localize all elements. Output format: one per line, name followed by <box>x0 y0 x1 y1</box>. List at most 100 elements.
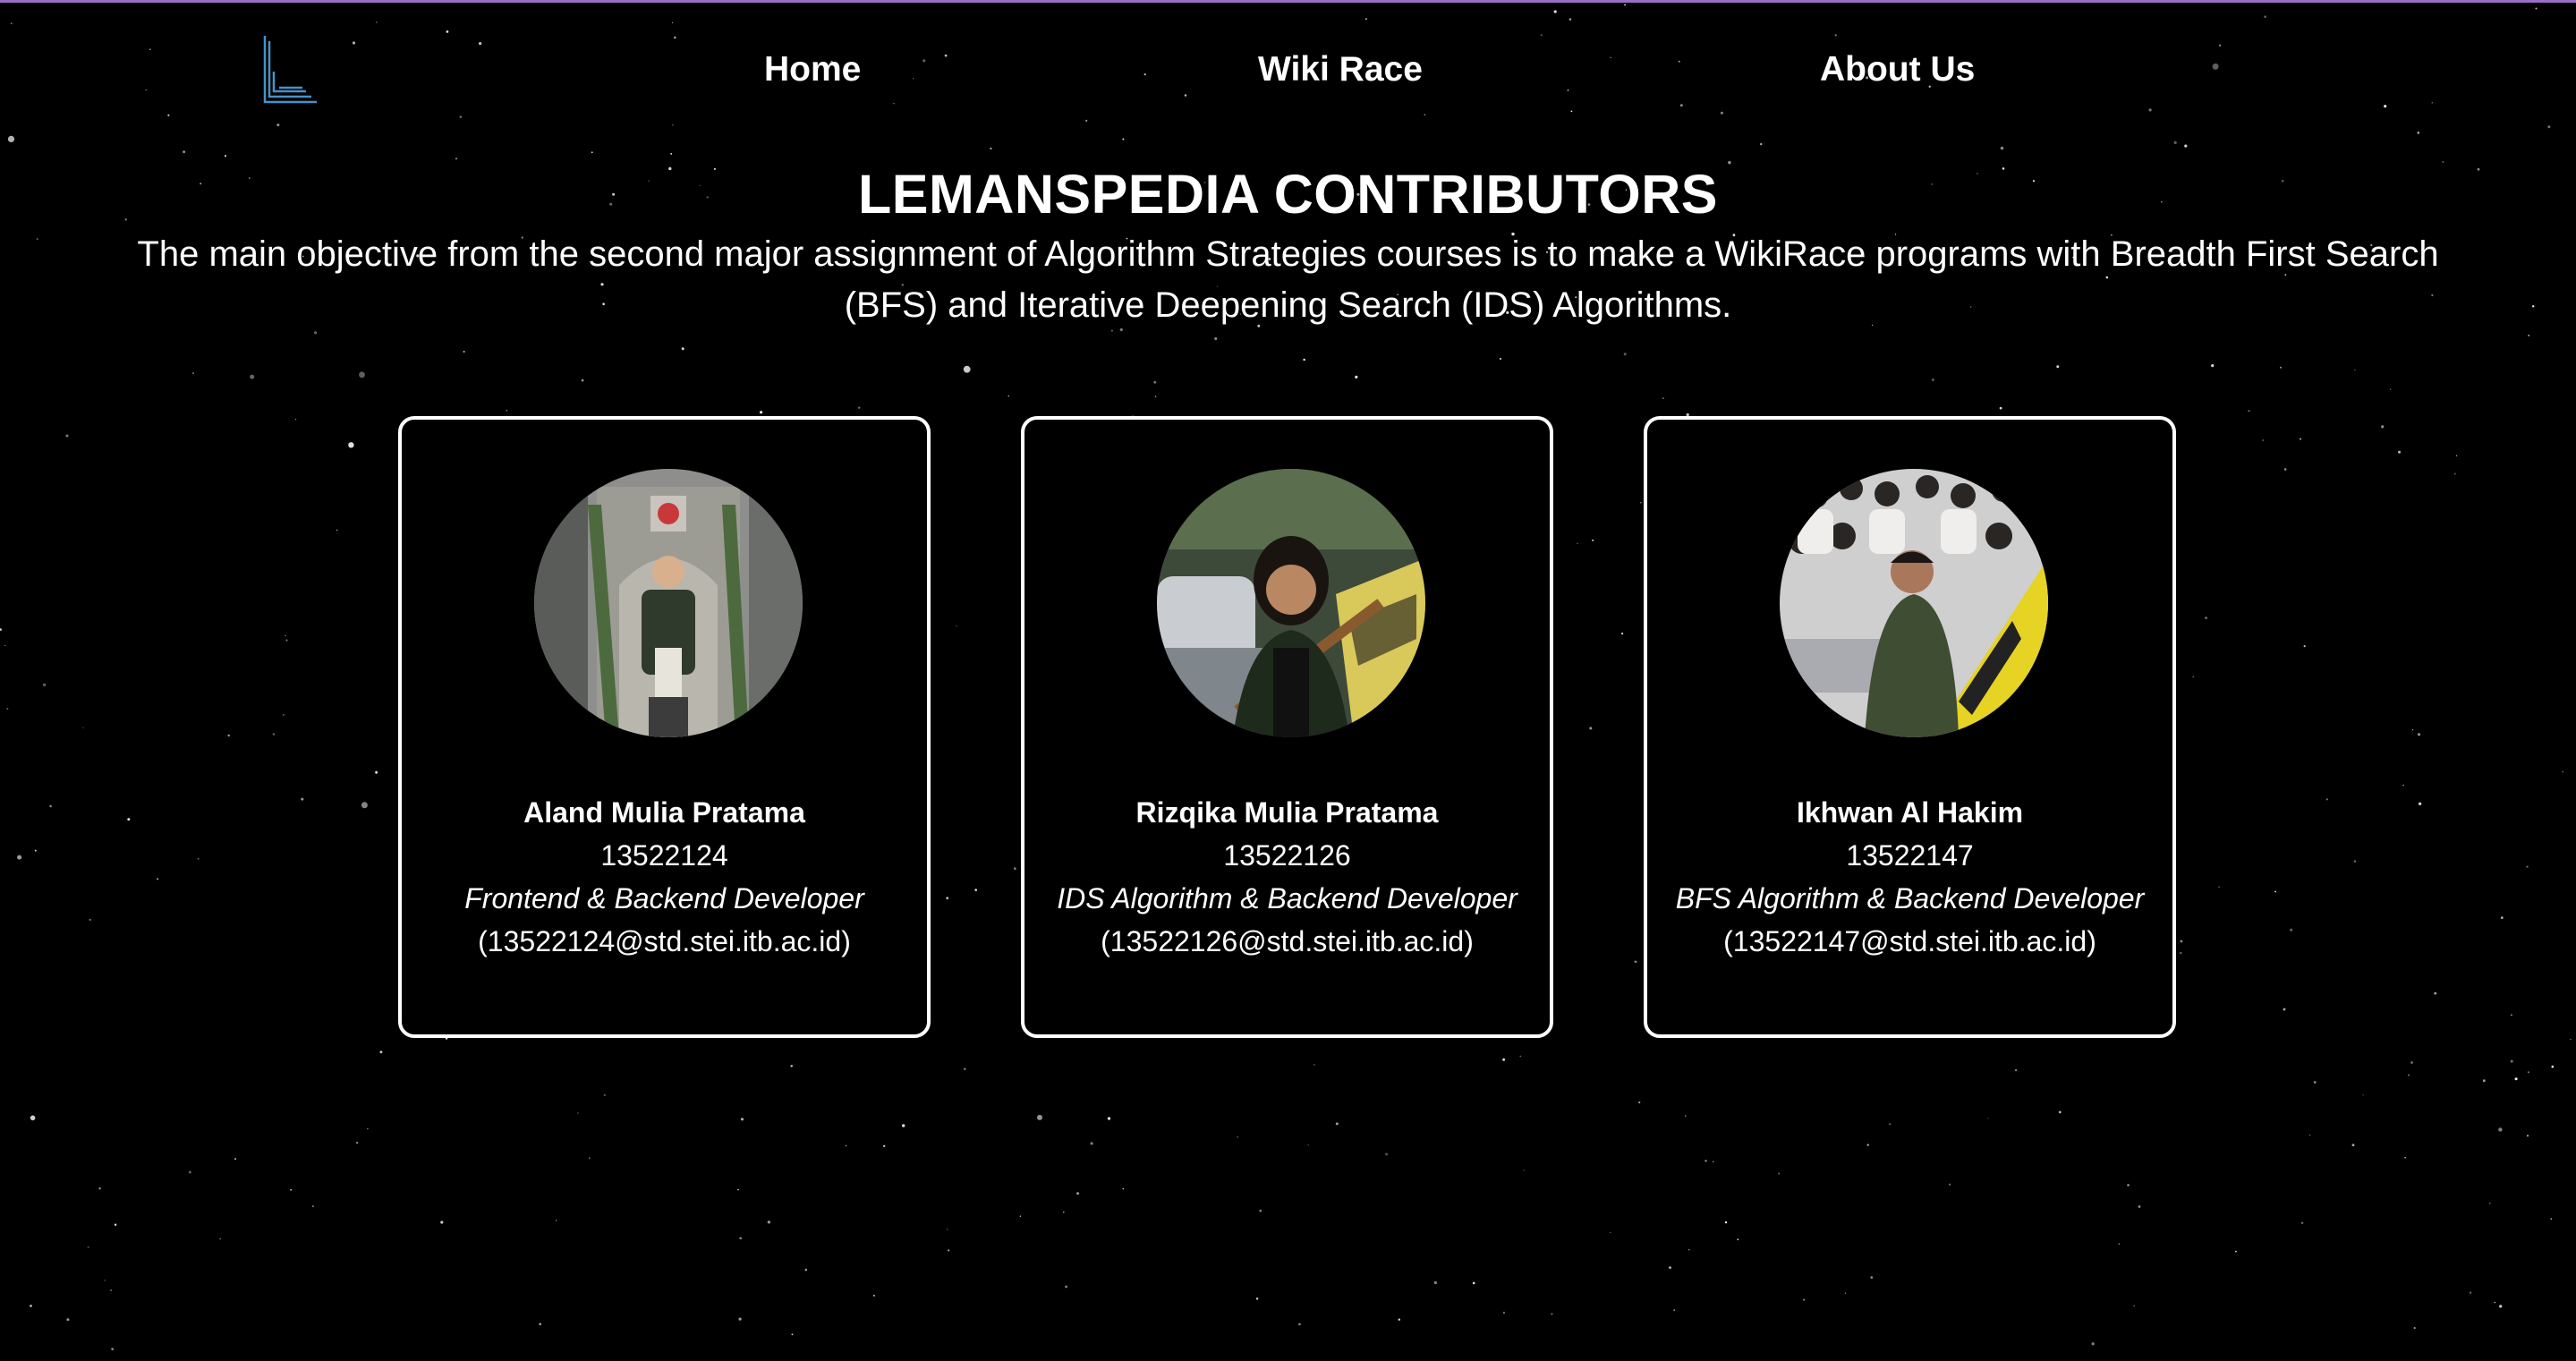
star <box>1662 397 1664 399</box>
star <box>1214 336 1218 341</box>
star <box>1688 1249 1690 1251</box>
star <box>197 857 200 860</box>
star <box>1013 867 1016 871</box>
star <box>1153 380 1157 384</box>
about-us-page: Home Wiki Race About Us LEMANSPEDIA CONT… <box>0 0 2576 1361</box>
star <box>1623 353 1627 356</box>
star <box>1090 1142 1093 1145</box>
star <box>2408 1074 2410 1076</box>
star <box>2000 146 2004 150</box>
star <box>361 802 368 809</box>
star <box>804 1268 808 1272</box>
star <box>1724 1221 1728 1224</box>
star <box>2404 1157 2406 1159</box>
star <box>348 442 354 448</box>
page-description: The main objective from the second major… <box>137 234 2439 325</box>
star <box>66 1318 70 1322</box>
star <box>2362 1094 2364 1096</box>
star <box>1705 1160 1707 1162</box>
star <box>375 770 378 774</box>
star <box>2218 886 2220 888</box>
page-title: LEMANSPEDIA CONTRIBUTORS <box>858 164 1718 225</box>
star <box>188 1170 191 1174</box>
star <box>1778 1172 1781 1175</box>
star <box>30 1115 36 1121</box>
star <box>111 1348 115 1351</box>
star <box>2290 928 2293 931</box>
star <box>2180 951 2182 955</box>
star <box>1638 1101 1641 1104</box>
star <box>2014 1068 2018 1072</box>
star <box>367 1127 369 1130</box>
star <box>2211 364 2215 368</box>
star <box>356 1142 359 1144</box>
star <box>2469 1291 2472 1294</box>
star <box>946 897 949 900</box>
star <box>1685 1115 1687 1117</box>
star <box>1007 395 1010 397</box>
star <box>1122 1187 1125 1190</box>
star <box>455 157 458 160</box>
star <box>1592 539 1594 541</box>
lemanspedia-logo-icon[interactable] <box>259 32 319 107</box>
star <box>2398 450 2401 454</box>
star <box>858 406 861 409</box>
star <box>1519 1055 1522 1058</box>
star <box>290 1188 293 1191</box>
star <box>1760 142 1763 146</box>
star <box>577 1112 579 1114</box>
star <box>2526 865 2529 868</box>
member-name: Rizqika Mulia Pratama <box>1135 796 1439 829</box>
star <box>1610 1231 1611 1233</box>
star <box>1803 1298 1806 1301</box>
member-photo <box>1157 469 1425 737</box>
star <box>2488 1202 2491 1204</box>
star <box>2127 1184 2130 1187</box>
star <box>301 797 304 801</box>
star <box>1999 406 2002 410</box>
member-email[interactable]: (13522124@std.stei.itb.ac.id) <box>402 920 927 963</box>
member-photo <box>1780 469 2048 737</box>
star <box>990 147 992 150</box>
star <box>2410 1061 2413 1064</box>
star <box>4 644 6 646</box>
star <box>1502 1311 1505 1314</box>
member-nim: 13522126 <box>1223 839 1351 872</box>
star <box>1107 1117 1111 1120</box>
star <box>2482 1079 2486 1083</box>
star <box>224 155 227 157</box>
star <box>2453 472 2456 475</box>
star <box>2280 366 2282 369</box>
star <box>2510 1059 2513 1063</box>
star <box>589 1157 591 1159</box>
star <box>2411 728 2414 731</box>
star <box>463 351 465 353</box>
star <box>964 1068 966 1070</box>
nav-wiki-race-link[interactable]: Wiki Race <box>1258 50 1423 89</box>
star <box>1551 1313 1553 1315</box>
star <box>737 1188 739 1191</box>
star <box>1500 358 1501 360</box>
star <box>17 855 22 860</box>
star <box>379 1051 383 1054</box>
star <box>359 371 365 379</box>
star <box>1355 375 1358 379</box>
star <box>883 1144 886 1148</box>
star <box>946 1229 948 1230</box>
member-photo <box>534 469 803 737</box>
member-email[interactable]: (13522147@std.stei.itb.ac.id) <box>1647 920 2172 963</box>
nav-about-us-link[interactable]: About Us <box>1820 50 1975 89</box>
star <box>6 708 9 710</box>
member-name: Aland Mulia Pratama <box>523 796 805 829</box>
member-role: BFS Algorithm & Backend Developer <box>1675 882 2145 914</box>
member-nim: 13522147 <box>1846 839 1974 872</box>
member-email[interactable]: (13522126@std.stei.itb.ac.id) <box>1024 920 1550 963</box>
star <box>2118 1243 2120 1245</box>
star <box>49 804 52 808</box>
star <box>1949 1183 1951 1186</box>
star <box>2434 991 2437 995</box>
star <box>902 1124 905 1127</box>
star <box>2091 1342 2095 1346</box>
star <box>791 1333 794 1336</box>
nav-home-link[interactable]: Home <box>764 50 861 89</box>
